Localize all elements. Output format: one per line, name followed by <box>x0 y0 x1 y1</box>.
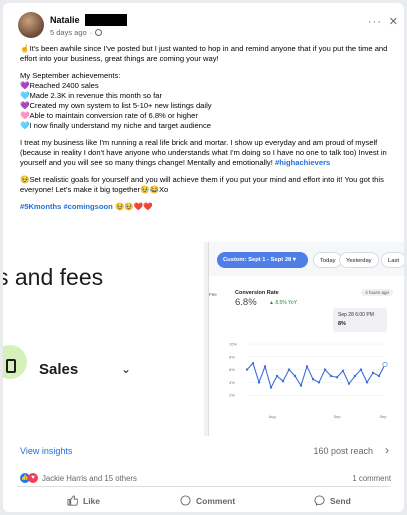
sales-label: Sales <box>39 361 79 378</box>
redacted-name <box>84 14 127 26</box>
data-point <box>347 382 351 385</box>
conversion-value: 6.8% <box>235 297 257 308</box>
y-tick-label: 4% <box>229 380 235 385</box>
chevron-right-icon[interactable]: › <box>385 443 389 457</box>
hashtag-emojis: 🥹🥹❤️❤️ <box>114 202 153 211</box>
like-label: Like <box>83 495 101 506</box>
post-media[interactable]: s and fees Sales ⌄ Custom: Sept 1 - Sept… <box>3 242 404 436</box>
chevron-down-icon: ⌄ <box>121 362 132 376</box>
media-image-right[interactable]: Custom: Sept 1 - Sept 28 ▾ Today Yesterd… <box>208 242 404 436</box>
data-point <box>382 361 388 367</box>
data-point <box>353 374 357 378</box>
conversion-line-chart: 10% 8% 6% 4% 2% Aug Sep Sep <box>229 342 388 419</box>
data-point <box>269 386 273 389</box>
author-name[interactable]: Natalie <box>50 15 80 25</box>
data-point <box>251 362 255 365</box>
last-pill[interactable]: Last <box>381 252 404 268</box>
fees-heading: s and fees <box>3 264 104 290</box>
divider <box>17 486 390 487</box>
avatar[interactable] <box>18 12 44 38</box>
timestamp[interactable]: 5 days ago <box>50 28 87 37</box>
messenger-icon <box>314 495 325 506</box>
y-tick-label: 10% <box>229 342 237 347</box>
more-options-button[interactable]: ··· <box>368 16 382 28</box>
author-row: Natalie <box>50 14 127 26</box>
data-point <box>245 368 249 371</box>
send-label: Send <box>330 495 351 506</box>
hashtag-link[interactable]: #highachievers <box>275 158 330 167</box>
hashtags: #5Kmonths #comingsoon 🥹🥹❤️❤️ <box>20 202 392 212</box>
hours-ago-badge: 4 hours ago <box>361 289 393 296</box>
data-point <box>359 368 363 371</box>
data-point <box>377 374 381 378</box>
fee-label: Fee <box>209 292 217 297</box>
tooltip-date: Sep 28 6:00 PM <box>338 312 374 318</box>
post-reach[interactable]: 160 post reach <box>313 446 373 456</box>
tooltip-value: 8% <box>338 321 346 327</box>
comment-label: Comment <box>196 495 236 506</box>
chart-tooltip: Sep 28 6:00 PM 8% <box>333 308 387 332</box>
send-button[interactable]: Send <box>314 495 351 506</box>
conversion-panel: Conversion Rate 6.8% ▲ 8.5% YoY 4 hours … <box>227 286 397 436</box>
list-item: 🩵I now finally understand my niche and t… <box>20 121 211 130</box>
data-point <box>299 384 303 387</box>
data-point <box>311 377 315 381</box>
x-tick-label: Sep <box>379 414 387 419</box>
post-intro: ☝️It's been awhile since I've posted but… <box>20 44 388 63</box>
yoy-change: ▲ 8.5% YoY <box>269 300 298 306</box>
data-point <box>365 381 369 384</box>
globe-icon <box>95 29 103 36</box>
data-point <box>287 368 291 371</box>
like-button[interactable]: Like <box>67 495 100 506</box>
data-point <box>371 371 375 374</box>
data-point <box>323 368 327 371</box>
data-point <box>335 376 339 379</box>
comment-count[interactable]: 1 comment <box>352 474 391 483</box>
date-range-pill[interactable]: Custom: Sept 1 - Sept 28 ▾ <box>217 252 308 268</box>
data-point <box>275 374 279 378</box>
list-item: 💜Reached 2400 sales <box>20 81 99 90</box>
yesterday-pill[interactable]: Yesterday <box>339 252 379 268</box>
date-filter-bar: Custom: Sept 1 - Sept 28 ▾ Today Yesterd… <box>209 242 404 276</box>
x-tick-label: Aug <box>268 414 275 419</box>
data-point <box>329 374 333 378</box>
thumbs-up-icon <box>67 495 78 506</box>
data-point <box>281 379 285 383</box>
data-point <box>293 374 297 378</box>
paragraph-text: I treat my business like I'm running a r… <box>20 138 387 167</box>
data-point <box>317 381 321 384</box>
comment-button[interactable]: Comment <box>180 495 235 506</box>
list-item: 🩵Made 2.3K in revenue this month so far <box>20 91 162 100</box>
love-reaction-icon: ♥ <box>28 473 38 483</box>
data-point <box>257 381 261 384</box>
post-meta: 5 days ago · <box>50 28 103 37</box>
data-point <box>341 369 345 373</box>
conversion-title: Conversion Rate <box>235 290 279 296</box>
data-point <box>305 365 309 368</box>
view-insights-link[interactable]: View insights <box>20 446 72 456</box>
y-tick-label: 8% <box>229 354 235 359</box>
y-tick-label: 2% <box>229 393 235 398</box>
list-item: 🩷Able to maintain conversion rate of 6.8… <box>20 111 198 120</box>
media-image-left[interactable]: s and fees Sales ⌄ <box>3 242 204 436</box>
post-paragraph: 🥹Set realistic goals for yourself and yo… <box>20 175 384 194</box>
list-item: 💜Created my own system to list 5-10+ new… <box>20 101 212 110</box>
hashtag-links[interactable]: #5Kmonths #comingsoon <box>20 202 113 211</box>
post-card: Natalie 5 days ago · ··· ✕ ☝️It's been a… <box>3 3 404 512</box>
achievements-title: My September achievements: <box>20 71 121 80</box>
achievements: My September achievements: 💜Reached 2400… <box>20 71 392 131</box>
reaction-summary[interactable]: 👍 ♥ Jackie Harris and 15 others <box>20 473 137 483</box>
post-paragraph: I treat my business like I'm running a r… <box>20 138 392 168</box>
conversion-series-line <box>246 362 386 389</box>
x-tick-label: Sep <box>333 414 341 419</box>
reactors-text: Jackie Harris and 15 others <box>42 473 137 483</box>
close-button[interactable]: ✕ <box>389 15 398 28</box>
comment-icon <box>180 495 191 506</box>
data-point <box>263 365 267 368</box>
post-text: ☝️It's been awhile since I've posted but… <box>20 44 392 219</box>
y-tick-label: 6% <box>229 367 235 372</box>
receipt-icon <box>6 359 16 373</box>
